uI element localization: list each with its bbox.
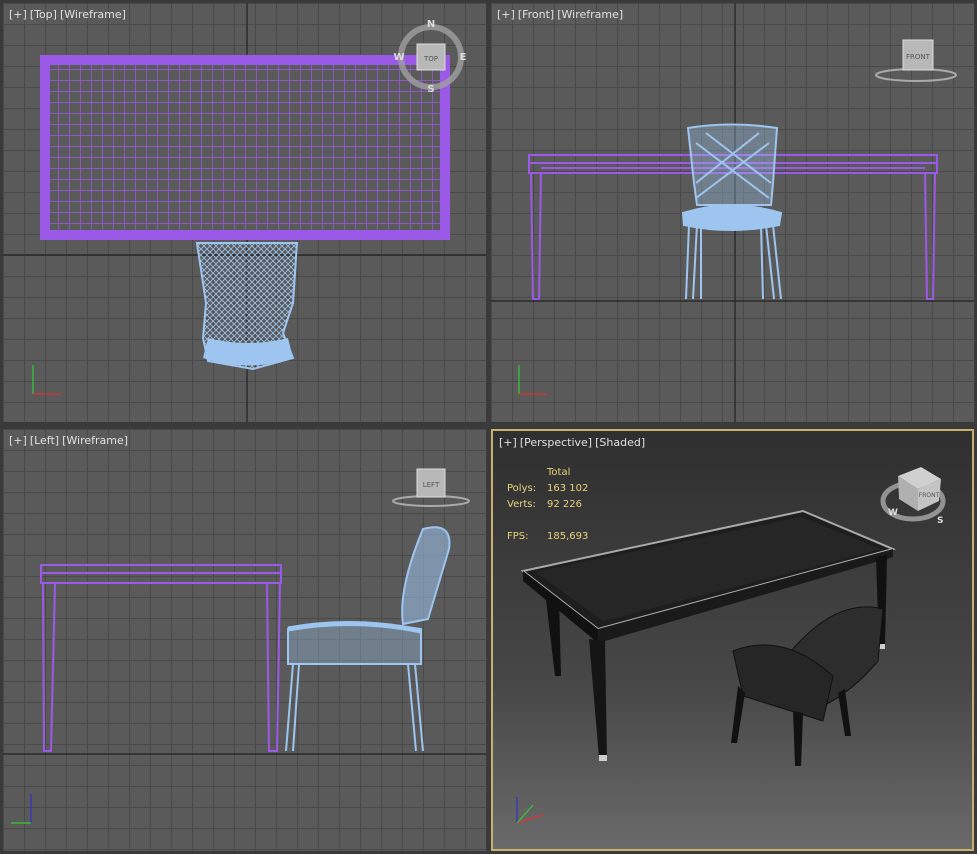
- top-scene: TOP N E S W: [3, 3, 486, 422]
- svg-text:E: E: [460, 52, 467, 63]
- svg-text:TOP: TOP: [423, 55, 438, 63]
- axis-tripod-front: [518, 365, 547, 395]
- axis-tripod-top: [32, 365, 61, 395]
- chair-wireframe-left: [285, 526, 451, 752]
- chair-wireframe-top: [195, 242, 299, 371]
- viewcube-front[interactable]: FRONT: [875, 39, 957, 82]
- viewport-left[interactable]: [+] [Left] [Wireframe] LEFT: [3, 429, 486, 851]
- svg-text:FRONT: FRONT: [919, 492, 940, 499]
- svg-text:N: N: [427, 19, 435, 30]
- viewport-top[interactable]: [+] [Top] [Wireframe] TOP N E S W: [3, 3, 486, 422]
- left-scene: LEFT: [3, 468, 486, 824]
- front-scene: FRONT: [491, 3, 974, 422]
- viewcube-perspective[interactable]: FRONT W S: [880, 467, 946, 526]
- table-wireframe-top: [40, 55, 450, 240]
- perspective-scene: FRONT W S: [516, 467, 946, 824]
- svg-text:W: W: [888, 508, 898, 518]
- viewcube-left[interactable]: LEFT: [392, 468, 470, 507]
- axis-tripod-perspective: [516, 797, 544, 824]
- chair-shaded: [731, 606, 884, 766]
- axis-tripod-left: [11, 794, 32, 824]
- svg-text:S: S: [427, 84, 434, 95]
- svg-text:LEFT: LEFT: [423, 481, 440, 489]
- svg-text:S: S: [937, 516, 943, 526]
- viewport-perspective[interactable]: [+] [Perspective] [Shaded] Total Polys: 163…: [491, 429, 974, 851]
- svg-text:FRONT: FRONT: [906, 53, 931, 61]
- table-wireframe-left: [40, 564, 282, 752]
- svg-text:W: W: [393, 52, 404, 63]
- chair-wireframe-front: [681, 123, 783, 300]
- viewport-front[interactable]: [+] [Front] [Wireframe] FRONT: [491, 3, 974, 422]
